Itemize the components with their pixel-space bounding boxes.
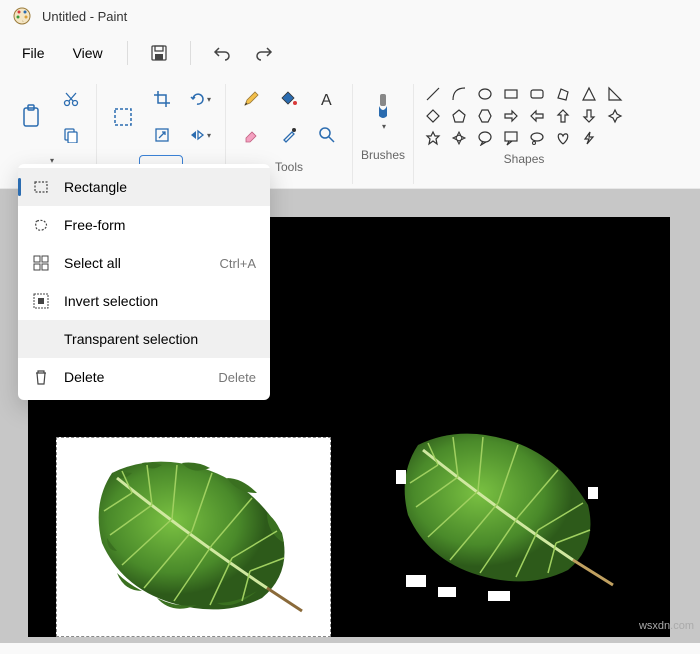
pencil-tool[interactable] <box>234 84 268 114</box>
freeform-select-icon <box>32 216 50 234</box>
file-menu[interactable]: File <box>8 37 59 69</box>
menubar: File View <box>0 32 700 74</box>
watermark: wsxdn.com <box>639 620 694 632</box>
shape-arrow-down[interactable] <box>578 106 600 126</box>
shape-polygon[interactable] <box>552 84 574 104</box>
shapes-label: Shapes <box>504 148 545 168</box>
flip-button[interactable]: ▾ <box>183 120 217 150</box>
chevron-down-icon: ▾ <box>382 122 386 131</box>
fill-tool[interactable] <box>272 84 306 114</box>
brushes-label: Brushes <box>361 144 405 164</box>
save-button[interactable] <box>138 36 180 70</box>
selection-rect[interactable] <box>56 437 331 637</box>
copy-button[interactable] <box>54 120 88 150</box>
shape-rectangle[interactable] <box>500 84 522 104</box>
select-tool[interactable] <box>105 100 141 134</box>
redo-button[interactable] <box>243 36 285 70</box>
brushes-group: ▾ Brushes <box>353 84 414 184</box>
window-title: Untitled - Paint <box>42 9 127 24</box>
select-all-icon <box>32 254 50 272</box>
shape-callout-round[interactable] <box>474 128 496 148</box>
menubar-divider <box>190 41 191 65</box>
dropdown-delete[interactable]: Delete Delete <box>18 358 270 396</box>
eraser-tool[interactable] <box>234 120 268 150</box>
shape-right-triangle[interactable] <box>604 84 626 104</box>
paint-app-icon <box>12 6 32 26</box>
shape-curve[interactable] <box>448 84 470 104</box>
shape-arrow-left[interactable] <box>526 106 548 126</box>
resize-button[interactable] <box>145 120 179 150</box>
shape-4star[interactable] <box>604 106 626 126</box>
color-picker-tool[interactable] <box>272 120 306 150</box>
paste-button[interactable] <box>14 100 50 134</box>
shape-line[interactable] <box>422 84 444 104</box>
crop-button[interactable] <box>145 84 179 114</box>
tools-label: Tools <box>275 156 303 176</box>
view-menu[interactable]: View <box>59 37 117 69</box>
dropdown-invert[interactable]: Invert selection <box>18 282 270 320</box>
brushes-tool[interactable]: ▾ <box>362 84 404 138</box>
shape-oval[interactable] <box>474 84 496 104</box>
trash-icon <box>32 368 50 386</box>
rotate-button[interactable]: ▾ <box>183 84 217 114</box>
shape-callout-cloud[interactable] <box>526 128 548 148</box>
rectangle-select-icon <box>32 178 50 196</box>
dropdown-select-all[interactable]: Select all Ctrl+A <box>18 244 270 282</box>
shape-arrow-right[interactable] <box>500 106 522 126</box>
cut-button[interactable] <box>54 84 88 114</box>
menubar-divider <box>127 41 128 65</box>
shapes-group: Shapes <box>414 84 634 184</box>
shape-heart[interactable] <box>552 128 574 148</box>
invert-selection-icon <box>32 292 50 310</box>
transparent-icon <box>32 330 50 348</box>
shape-pentagon[interactable] <box>448 106 470 126</box>
shape-5star[interactable] <box>422 128 444 148</box>
shape-diamond[interactable] <box>422 106 444 126</box>
text-tool[interactable]: A <box>310 84 344 114</box>
undo-button[interactable] <box>201 36 243 70</box>
shape-rounded-rect[interactable] <box>526 84 548 104</box>
shape-6star[interactable] <box>448 128 470 148</box>
shape-triangle[interactable] <box>578 84 600 104</box>
magnifier-tool[interactable] <box>310 120 344 150</box>
selection-dropdown: Rectangle Free-form Select all Ctrl+A In… <box>18 164 270 400</box>
shape-lightning[interactable] <box>578 128 600 148</box>
shape-arrow-up[interactable] <box>552 106 574 126</box>
dropdown-rectangle[interactable]: Rectangle <box>18 168 270 206</box>
dropdown-transparent[interactable]: Transparent selection <box>18 320 270 358</box>
dropdown-freeform[interactable]: Free-form <box>18 206 270 244</box>
leaf-transparent <box>368 415 638 615</box>
shape-hexagon[interactable] <box>474 106 496 126</box>
svg-text:A: A <box>321 92 332 108</box>
shape-callout-rect[interactable] <box>500 128 522 148</box>
title-bar: Untitled - Paint <box>0 0 700 32</box>
